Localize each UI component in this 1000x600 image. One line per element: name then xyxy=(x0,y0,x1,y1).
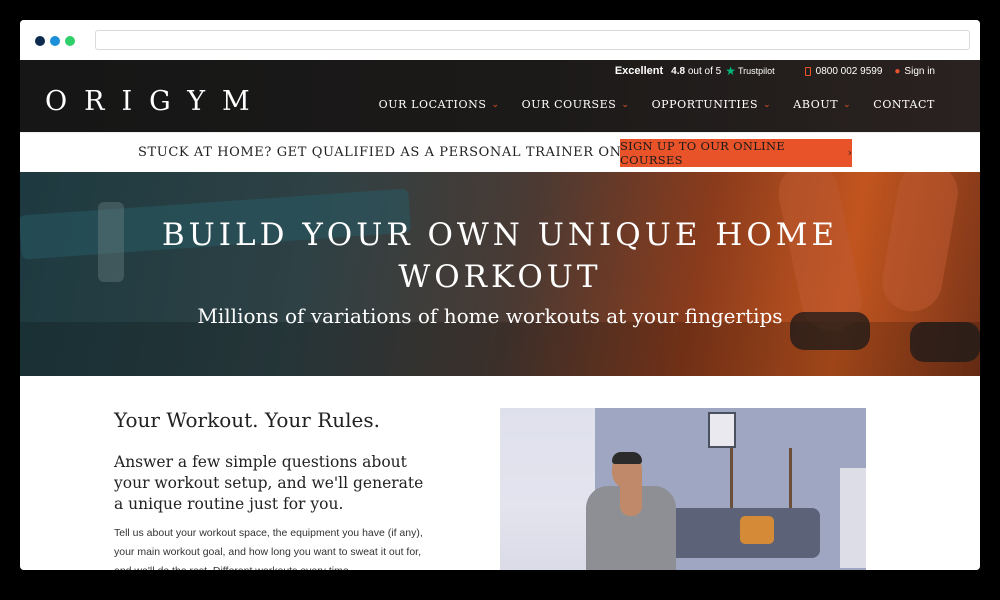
promo-text: STUCK AT HOME? GET QUALIFIED AS A PERSON… xyxy=(138,145,659,160)
photo-window-shape xyxy=(500,408,595,570)
promo-button-label: SIGN UP TO OUR ONLINE COURSES xyxy=(620,139,786,167)
photo-pillow-shape xyxy=(740,516,774,544)
section-lead: Answer a few simple questions about your… xyxy=(114,453,424,513)
trustpilot-label[interactable]: Trustpilot xyxy=(738,66,775,76)
browser-chrome xyxy=(20,20,980,60)
section-heading: Your Workout. Your Rules. xyxy=(114,408,380,432)
hero-title: BUILD YOUR OWN UNIQUE HOME WORKOUT xyxy=(20,214,980,298)
promo-banner: STUCK AT HOME? GET QUALIFIED AS A PERSON… xyxy=(20,132,980,172)
chevron-down-icon: ⌄ xyxy=(843,99,852,110)
nav-item-opportunities[interactable]: OPPORTUNITIES ⌄ xyxy=(652,98,772,111)
site-header: ORIGYM Excellent 4.8 out of 5 ★ Trustpil… xyxy=(20,60,980,132)
nav-item-our-locations[interactable]: OUR LOCATIONS ⌄ xyxy=(379,98,500,111)
chevron-down-icon: ⌄ xyxy=(763,99,772,110)
browser-window: ORIGYM Excellent 4.8 out of 5 ★ Trustpil… xyxy=(20,20,980,570)
nav-item-label: OPPORTUNITIES xyxy=(651,98,759,111)
trustpilot-score: 4.8 out of 5 xyxy=(671,66,721,77)
sign-up-online-courses-button[interactable]: SIGN UP TO OUR ONLINE COURSES › xyxy=(620,139,852,167)
man-exercising-photo xyxy=(500,408,866,570)
phone-icon xyxy=(804,66,811,76)
main-nav: OUR LOCATIONS ⌄ OUR COURSES ⌄ OPPORTUNIT… xyxy=(357,98,935,111)
nav-item-contact[interactable]: CONTACT xyxy=(873,98,935,111)
photo-cabinet-shape xyxy=(840,468,866,568)
window-close-dot[interactable] xyxy=(35,36,45,46)
user-icon: ● xyxy=(894,65,901,77)
intro-section: Your Workout. Your Rules. Answer a few s… xyxy=(20,376,980,570)
sign-in-link[interactable]: Sign in xyxy=(904,66,935,77)
nav-item-label: OUR LOCATIONS xyxy=(378,98,487,111)
origym-logo[interactable]: ORIGYM xyxy=(45,86,267,117)
address-bar[interactable] xyxy=(95,30,970,50)
photo-person-hair-shape xyxy=(612,452,642,464)
nav-item-label: ABOUT xyxy=(793,98,839,111)
section-body: Tell us about your workout space, the eq… xyxy=(114,527,423,570)
hero-subtitle: Millions of variations of home workouts … xyxy=(197,304,783,328)
photo-wall-picture-shape xyxy=(708,412,736,448)
window-minimize-dot[interactable] xyxy=(50,36,60,46)
hero-title-line-1: BUILD YOUR OWN UNIQUE HOME xyxy=(161,217,839,253)
hero-banner: BUILD YOUR OWN UNIQUE HOME WORKOUT Milli… xyxy=(20,172,980,376)
trustpilot-score-value: 4.8 xyxy=(671,65,686,77)
hero-title-line-2: WORKOUT xyxy=(398,259,602,295)
trustpilot-star-icon: ★ xyxy=(725,64,736,78)
trustpilot-rating-word: Excellent xyxy=(614,65,664,77)
window-maximize-dot[interactable] xyxy=(65,36,75,46)
trustpilot-score-suffix: out of 5 xyxy=(687,65,722,77)
nav-item-label: CONTACT xyxy=(873,98,935,111)
hero-shoe-shape xyxy=(910,322,980,362)
chevron-down-icon: ⌄ xyxy=(491,99,500,110)
chevron-right-icon: › xyxy=(847,147,852,159)
top-utility-bar: Excellent 4.8 out of 5 ★ Trustpilot 0800… xyxy=(615,64,935,78)
chevron-down-icon: ⌄ xyxy=(621,99,630,110)
nav-item-label: OUR COURSES xyxy=(521,98,617,111)
nav-item-our-courses[interactable]: OUR COURSES ⌄ xyxy=(522,98,630,111)
phone-number-link[interactable]: 0800 002 9599 xyxy=(816,66,883,77)
nav-item-about[interactable]: ABOUT ⌄ xyxy=(793,98,851,111)
